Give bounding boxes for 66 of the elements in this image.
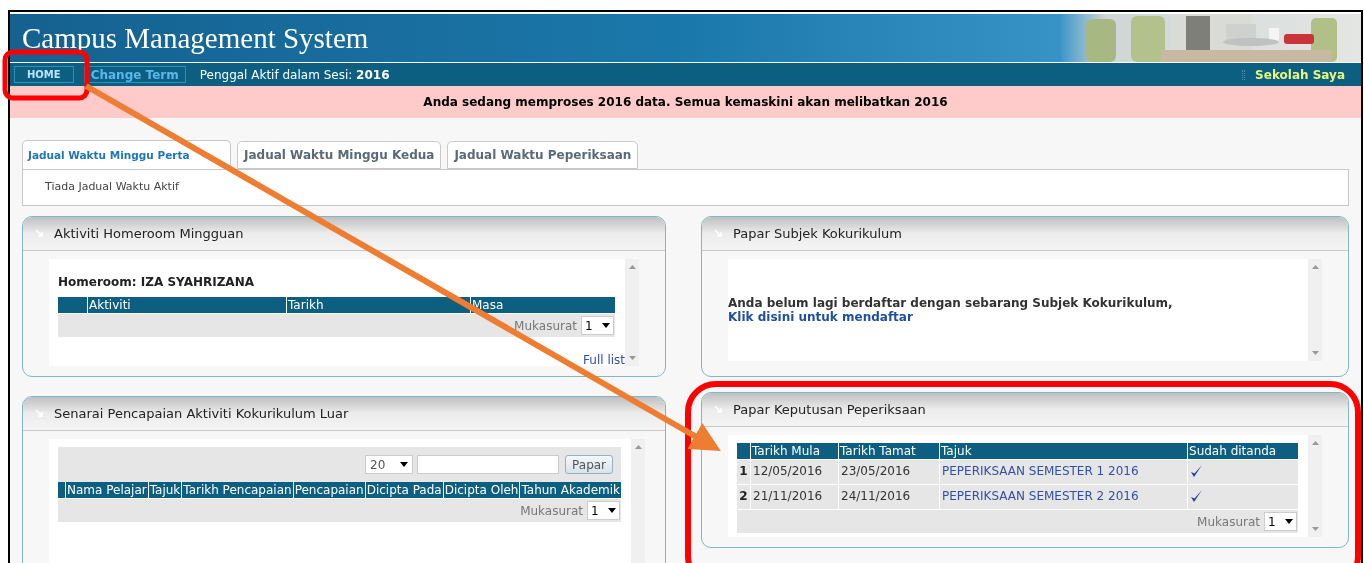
change-term-button[interactable]: Change Term [83,66,186,83]
scrollbar[interactable] [631,439,646,563]
caret-icon [608,508,617,513]
notice-text: Anda sedang memproses 2016 data. Semua kemaskini akan melibatkan 2016 [423,94,948,111]
collapse-icon[interactable] [714,229,723,238]
panel-title: Senarai Pencapaian Aktiviti Kokurikulum Luar [54,404,349,423]
column-header: Masa [470,297,615,313]
scroll-up-icon[interactable] [1311,265,1319,269]
school-link[interactable]: Sekolah Saya [1255,65,1345,84]
page-select[interactable]: 1 [581,316,614,335]
column-header: Sudah ditanda [1187,443,1298,459]
pager-label: Mukasurat [520,502,584,520]
column-header: Tarikh Pencapaian [181,482,293,498]
panel-title: Papar Subjek Kokurikulum [733,224,902,243]
tab[interactable]: Jadual Waktu Peperiksaan [447,141,639,169]
row-number: 1 [738,463,749,480]
column-header: Tajuk [147,482,182,498]
scroll-down-icon[interactable] [628,356,636,360]
tab[interactable]: Jadual Waktu Minggu Perta [22,140,231,170]
homeroom-heading: Homeroom: IZA SYAHRIZANA [58,274,255,291]
register-link[interactable]: Klik disini untuk mendaftar [728,310,913,324]
show-button[interactable]: Papar [565,455,614,474]
home-button[interactable]: HOME [14,66,74,83]
column-header: Nama Pelajar [65,482,148,498]
caret-icon [400,462,409,467]
tab[interactable]: Jadual Waktu Minggu Kedua [237,141,442,169]
page-select[interactable]: 1 [1264,512,1297,531]
session-label: Penggal Aktif dalam Sesi: 2016 [199,66,390,84]
scroll-up-icon[interactable] [1311,441,1319,445]
search-field[interactable] [417,455,560,474]
scrollbar[interactable] [1308,259,1322,361]
column-header [58,482,65,498]
panel-title: Aktiviti Homeroom Mingguan [54,224,244,243]
column-header: Tarikh Mula [750,443,838,459]
panel-title: Papar Keputusan Peperiksaan [733,400,926,419]
column-header: Tajuk [939,443,1187,459]
collapse-icon[interactable] [714,405,723,414]
scroll-up-icon[interactable] [634,445,642,449]
page-select[interactable]: 1 [587,501,621,520]
pager-label: Mukasurat [514,317,577,335]
column-header: Dicipta Pada [364,482,443,498]
column-header [58,297,87,313]
scrollbar[interactable] [1308,435,1322,537]
column-header: Tarikh Tamat [838,443,939,459]
column-header: Tarikh [286,297,470,313]
column-header: Pencapaian [292,482,365,498]
caret-icon [602,323,610,328]
collapse-icon[interactable] [35,229,44,238]
scroll-down-icon[interactable] [1311,527,1319,531]
scroll-up-icon[interactable] [628,265,636,269]
registration-message: Anda belum lagi berdaftar dengan sebarang Subjek Kokurikulum, Klik disini untuk mendaftar [728,296,1174,324]
pager-label: Mukasurat [1197,513,1260,531]
grip-icon [1242,69,1246,80]
page-size-select[interactable]: 20 [365,455,414,474]
scroll-down-icon[interactable] [1311,351,1319,355]
app-title: Campus Management System [21,23,369,53]
caret-icon [1285,519,1293,524]
column-header [737,443,750,459]
column-header: Dicipta Oleh [442,482,520,498]
full-list-link[interactable]: Full list [583,351,625,369]
scrollbar[interactable] [625,259,639,366]
column-header: Aktiviti [87,297,286,313]
column-header: Tahun Akademik [519,482,622,498]
tab-panel-text: Tiada Jadual Waktu Aktif [45,179,179,196]
collapse-icon[interactable] [35,409,44,418]
row-number: 2 [738,488,749,505]
